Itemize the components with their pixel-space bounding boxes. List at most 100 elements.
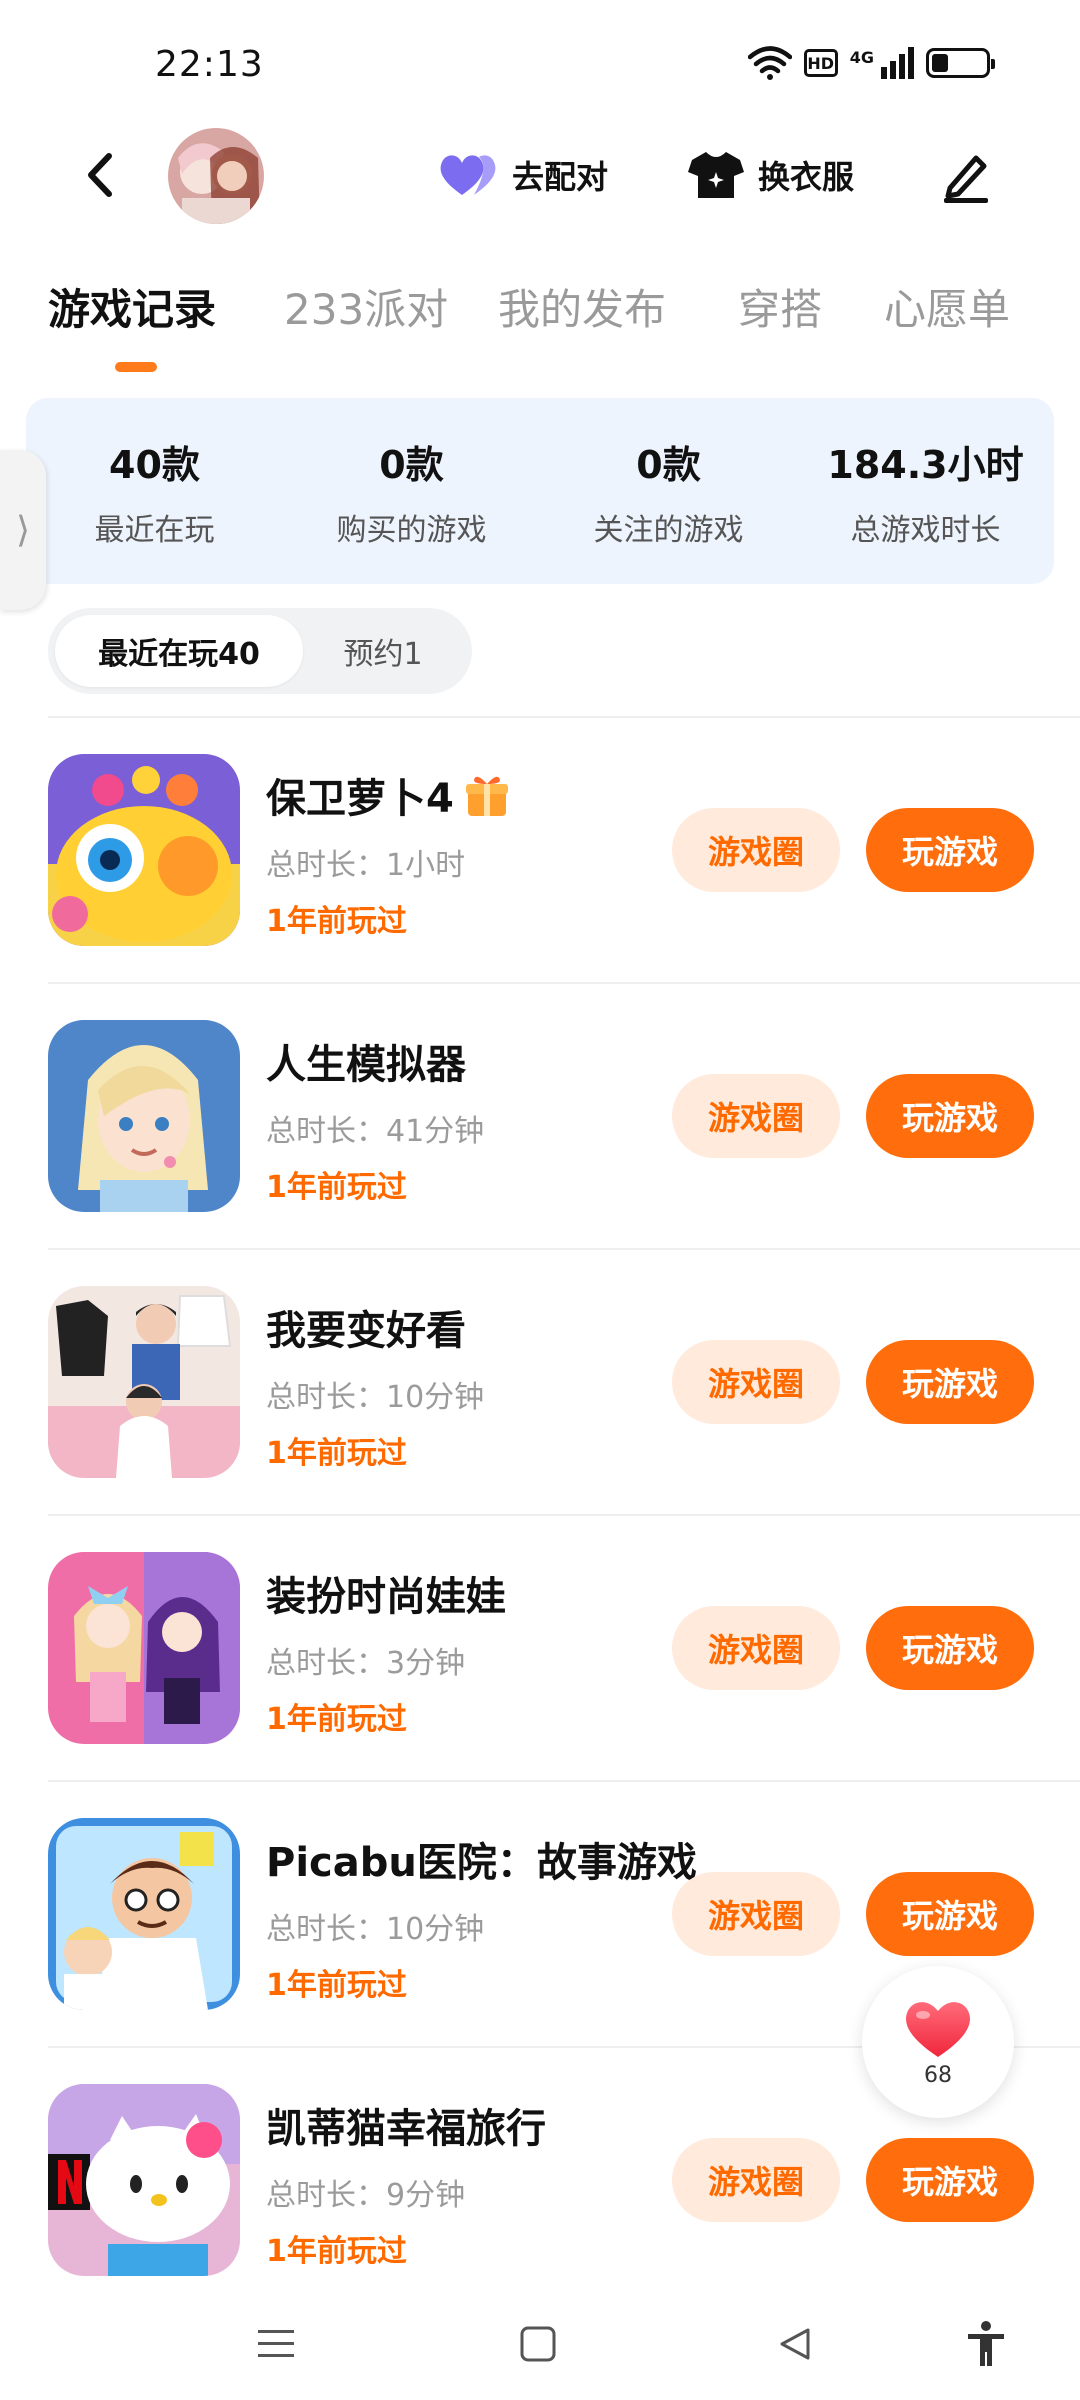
signal-icon	[881, 47, 914, 79]
tab-wishlist[interactable]: 心愿单	[884, 276, 1010, 337]
filter-reserved[interactable]: 预约1	[303, 615, 463, 687]
game-duration: 总时长：10分钟	[266, 1380, 485, 1415]
like-count: 68	[924, 2062, 952, 2088]
outfit-label: 换衣服	[758, 158, 855, 196]
game-row[interactable]: 装扮时尚娃娃 总时长：3分钟 1年前玩过 游戏圈 玩游戏	[0, 1514, 1080, 1780]
game-last-played: 1年前玩过	[266, 1170, 407, 1205]
game-info: 保卫萝卜4 总时长：1小时 1年前玩过	[266, 766, 686, 940]
game-duration: 总时长：10分钟	[266, 1912, 485, 1947]
stat-followed[interactable]: 0款 关注的游戏	[540, 398, 797, 584]
game-icon-picabu-hospital[interactable]	[48, 1818, 240, 2010]
game-duration: 总时长：3分钟	[266, 1646, 466, 1681]
game-row[interactable]: 保卫萝卜4 总时长：1小时 1年前玩过 游戏圈 玩游戏	[0, 716, 1080, 982]
side-drawer-handle[interactable]: ⟩	[0, 450, 46, 610]
gift-icon	[465, 776, 508, 816]
back-button[interactable]	[70, 145, 130, 205]
game-info: 我要变好看 总时长：10分钟 1年前玩过	[266, 1298, 686, 1472]
heart-icon	[440, 155, 496, 195]
back-arrow-icon	[88, 153, 112, 197]
stat-purchased[interactable]: 0款 购买的游戏	[283, 398, 540, 584]
stat-recent[interactable]: 40款 最近在玩	[26, 398, 283, 584]
back-triangle-icon	[780, 2328, 810, 2360]
stat-value: 0款	[636, 442, 701, 487]
stat-value: 0款	[379, 442, 444, 487]
status-time: 22:13	[155, 44, 264, 85]
network-type-label: 4G	[849, 47, 874, 67]
game-circle-button[interactable]: 游戏圈	[672, 2138, 840, 2222]
game-title: 我要变好看	[266, 1308, 466, 1354]
stat-value: 40款	[109, 442, 200, 487]
game-circle-button[interactable]: 游戏圈	[672, 1340, 840, 1424]
game-title: 保卫萝卜4	[266, 776, 454, 822]
outfit-button[interactable]: 换衣服	[688, 140, 854, 210]
tab-game-records[interactable]: 游戏记录	[48, 276, 216, 337]
wifi-icon	[747, 46, 792, 80]
status-bar: 22:13 HD 4G	[0, 0, 1080, 130]
nav-menu-button[interactable]	[246, 2314, 306, 2374]
play-game-button[interactable]: 玩游戏	[866, 1872, 1034, 1956]
user-avatar[interactable]	[168, 128, 264, 224]
game-icon-image	[48, 754, 240, 946]
match-label: 去配对	[512, 158, 609, 196]
game-circle-button[interactable]: 游戏圈	[672, 1606, 840, 1690]
stat-label: 关注的游戏	[593, 512, 744, 548]
filter-chip-group: 最近在玩40 预约1	[48, 608, 472, 694]
top-bar: 去配对 换衣服	[0, 120, 1080, 230]
game-circle-button[interactable]: 游戏圈	[672, 1872, 840, 1956]
home-square-icon	[520, 2326, 556, 2362]
nav-accessibility-button[interactable]	[956, 2314, 1016, 2374]
game-title: 凯蒂猫幸福旅行	[266, 2106, 546, 2152]
play-game-button[interactable]: 玩游戏	[866, 808, 1034, 892]
game-last-played: 1年前玩过	[266, 1968, 407, 2003]
play-game-button[interactable]: 玩游戏	[866, 2138, 1034, 2222]
game-icon-hello-kitty[interactable]	[48, 2084, 240, 2276]
play-game-button[interactable]: 玩游戏	[866, 1606, 1034, 1690]
like-float-button[interactable]: 68	[862, 1966, 1014, 2118]
edit-pen-icon	[944, 155, 988, 203]
game-icon-image	[48, 1818, 240, 2010]
nav-home-button[interactable]	[508, 2314, 568, 2374]
hd-badge: HD	[803, 49, 838, 77]
tab-my-posts[interactable]: 我的发布	[498, 276, 666, 337]
menu-icon	[258, 2330, 294, 2357]
game-icon-carrot-defense[interactable]	[48, 754, 240, 946]
game-circle-button[interactable]: 游戏圈	[672, 1074, 840, 1158]
stat-total-time[interactable]: 184.3小时 总游戏时长	[797, 398, 1054, 584]
match-button[interactable]: 去配对	[438, 140, 608, 210]
game-icon-life-simulator[interactable]	[48, 1020, 240, 1212]
like-heart-icon	[906, 2001, 970, 2057]
game-circle-button[interactable]: 游戏圈	[672, 808, 840, 892]
avatar-image	[168, 128, 264, 224]
game-icon-image	[48, 2084, 240, 2276]
edit-button[interactable]	[940, 148, 996, 204]
game-title-row: 保卫萝卜4	[266, 766, 686, 824]
game-icon-fashion-doll[interactable]	[48, 1552, 240, 1744]
game-icon-get-pretty[interactable]	[48, 1286, 240, 1478]
nav-back-button[interactable]	[766, 2314, 826, 2374]
game-info: Picabu医院：故事游戏 总时长：10分钟 1年前玩过	[266, 1830, 697, 2004]
tab-outfits[interactable]: 穿搭	[738, 276, 822, 337]
tab-bar: 游戏记录 233派对 我的发布 穿搭 心愿单	[0, 268, 1080, 372]
stat-label: 购买的游戏	[336, 512, 487, 548]
tab-233-party[interactable]: 233派对	[284, 276, 448, 337]
stats-card: 40款 最近在玩 0款 购买的游戏 0款 关注的游戏 184.3小时 总游戏时长	[26, 398, 1054, 584]
system-nav-bar	[0, 2286, 1080, 2400]
game-duration: 总时长：1小时	[266, 848, 466, 883]
chevron-right-icon: ⟩	[15, 509, 31, 551]
game-last-played: 1年前玩过	[266, 1436, 407, 1471]
game-title: Picabu医院：故事游戏	[266, 1840, 697, 1886]
battery-level	[932, 54, 948, 72]
game-records-page: 22:13 HD 4G 去配对 换衣服 游戏记录 233派对 我的发布 穿搭 心…	[0, 0, 1080, 2400]
play-game-button[interactable]: 玩游戏	[866, 1340, 1034, 1424]
status-icons: HD 4G	[747, 46, 995, 80]
game-row[interactable]: 人生模拟器 总时长：41分钟 1年前玩过 游戏圈 玩游戏	[0, 982, 1080, 1248]
game-info: 人生模拟器 总时长：41分钟 1年前玩过	[266, 1032, 686, 1206]
tab-active-indicator	[115, 362, 157, 372]
game-duration: 总时长：9分钟	[266, 2178, 466, 2213]
accessibility-icon	[968, 2321, 1004, 2366]
game-info: 凯蒂猫幸福旅行 总时长：9分钟 1年前玩过	[266, 2096, 686, 2270]
game-row[interactable]: 我要变好看 总时长：10分钟 1年前玩过 游戏圈 玩游戏	[0, 1248, 1080, 1514]
game-icon-image	[48, 1286, 240, 1478]
filter-recent-playing[interactable]: 最近在玩40	[55, 615, 303, 687]
play-game-button[interactable]: 玩游戏	[866, 1074, 1034, 1158]
